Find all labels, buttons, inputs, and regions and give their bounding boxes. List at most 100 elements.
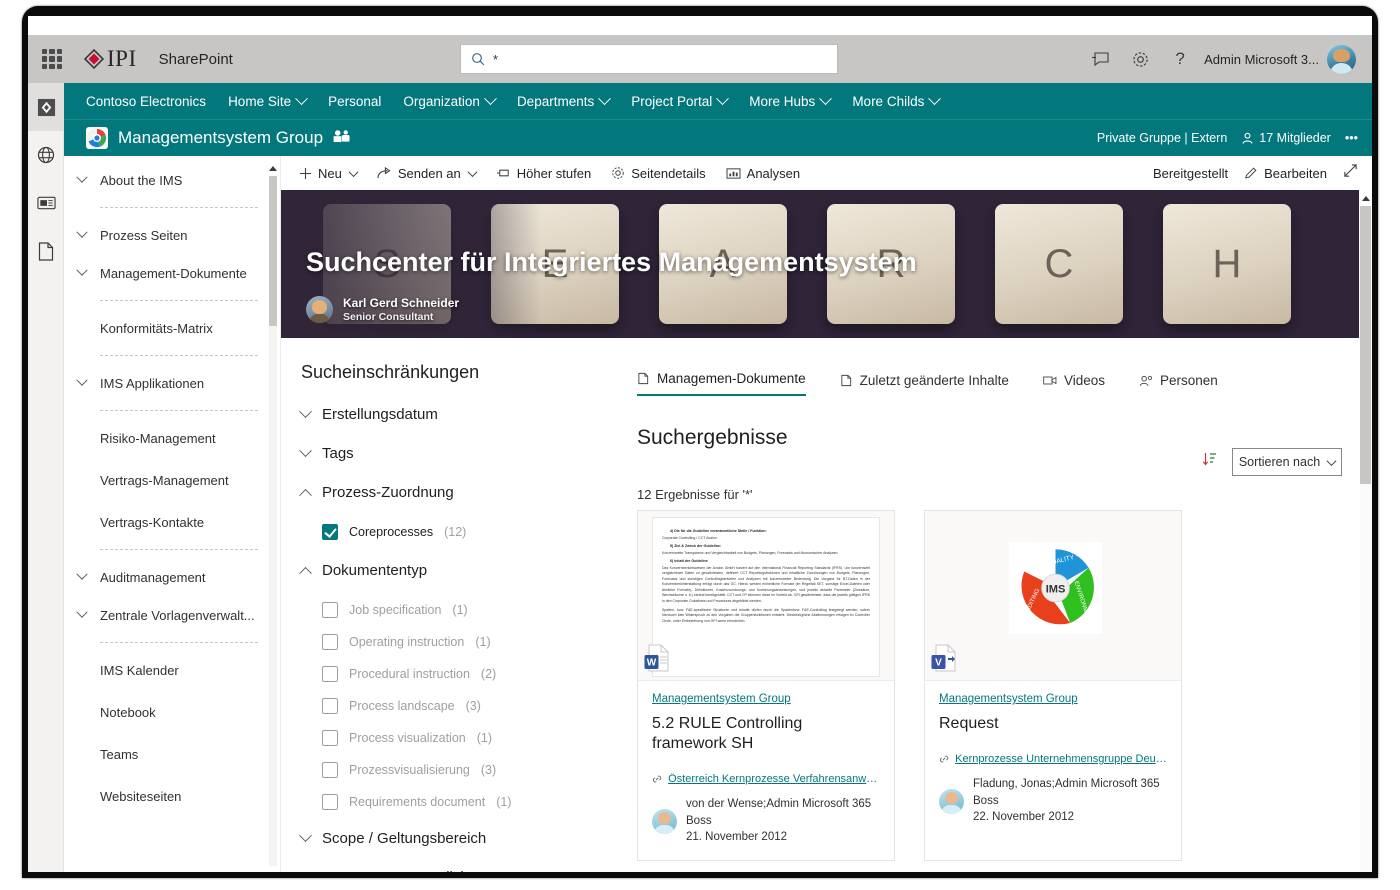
published-status[interactable]: Bereitgestellt — [1153, 166, 1228, 181]
checkbox-icon[interactable] — [322, 666, 338, 682]
scrollbar-thumb[interactable] — [269, 176, 277, 326]
card-path-link[interactable]: Österreich Kernprozesse Verfahrensanweis… — [668, 773, 880, 785]
refiner-option-coreprocesses[interactable]: Coreprocesses (12) — [301, 516, 621, 548]
results-heading: Suchergebnisse — [637, 426, 788, 449]
help-icon[interactable]: ? — [1160, 35, 1200, 83]
doc-heading: 4) Die für die Guideline verantwortliche… — [670, 529, 767, 533]
refiner-group-dokumententyp[interactable]: Dokumententyp — [299, 555, 621, 585]
scroll-up-icon[interactable] — [269, 162, 277, 174]
app-launcher-icon[interactable] — [42, 49, 62, 69]
nav-item-websiteseiten[interactable]: Websiteseiten — [64, 782, 280, 810]
hubnav-item-3[interactable]: Organization — [403, 91, 497, 109]
rail-home-icon[interactable] — [28, 83, 64, 131]
doc-paragraph: Corporate Controlling / CCT Avalon — [662, 535, 717, 540]
teams-icon[interactable] — [333, 129, 350, 148]
nav-label: About the IMS — [100, 172, 183, 188]
card-title[interactable]: Request — [939, 714, 1167, 734]
nav-item-teams[interactable]: Teams — [64, 740, 280, 768]
refiner-group-prozess-zuordnung[interactable]: Prozess-Zuordnung — [299, 477, 621, 507]
card-site-link[interactable]: Managementsystem Group — [939, 693, 1167, 705]
hubnav-item-2[interactable]: Personal — [328, 94, 381, 109]
account-name[interactable]: Admin Microsoft 3... — [1204, 52, 1319, 67]
search-input[interactable] — [493, 51, 813, 67]
page-nav-scrollbar[interactable] — [269, 162, 277, 868]
refiner-group-prozessverantwortlich[interactable]: Prozessverantwortlich — [301, 862, 621, 873]
nav-item-konformitaets-matrix[interactable]: Konformitäts-Matrix — [64, 314, 280, 342]
checkbox-icon[interactable] — [322, 762, 338, 778]
site-privacy-label[interactable]: Private Gruppe | Extern — [1097, 131, 1227, 145]
refiner-group-scope[interactable]: Scope / Geltungsbereich — [299, 823, 621, 853]
refiner-option-prozessvisualisierung[interactable]: Prozessvisualisierung (3) — [301, 754, 621, 786]
site-title[interactable]: Managementsystem Group — [118, 128, 323, 148]
send-to-button[interactable]: Senden an — [377, 166, 478, 181]
suite-app-name[interactable]: SharePoint — [159, 51, 233, 68]
tab-managemen-dokumente[interactable]: Managemen-Dokumente — [637, 371, 806, 396]
nav-group-zentrale-vorlagenverwaltung[interactable]: Zentrale Vorlagenverwalt... — [64, 601, 280, 629]
nav-item-notebook[interactable]: Notebook — [64, 698, 280, 726]
chevron-down-icon — [76, 568, 88, 580]
card-site-link[interactable]: Managementsystem Group — [652, 693, 880, 705]
result-card[interactable]: 4) Die für die Guideline verantwortliche… — [637, 510, 895, 862]
refiner-option-operating-instruction[interactable]: Operating instruction (1) — [301, 626, 621, 658]
sort-order-icon[interactable] — [1202, 452, 1218, 472]
scroll-up-icon[interactable] — [1360, 192, 1371, 204]
refiner-group-tags[interactable]: Tags — [299, 438, 621, 468]
refiner-option-procedural-instruction[interactable]: Procedural instruction (2) — [301, 658, 621, 690]
scrollbar-thumb[interactable] — [1360, 206, 1371, 484]
nav-item-vertrags-management[interactable]: Vertrags-Management — [64, 466, 280, 494]
search-box[interactable] — [460, 44, 838, 74]
rail-news-icon[interactable] — [28, 179, 64, 227]
avatar[interactable] — [1327, 44, 1356, 74]
rail-globe-icon[interactable] — [28, 131, 64, 179]
expand-icon[interactable] — [1343, 163, 1358, 183]
card-path-link[interactable]: Kernprozesse Unternehmensgruppe Deutschl… — [955, 753, 1167, 765]
nav-label: Websiteseiten — [100, 788, 182, 804]
card-title[interactable]: 5.2 RULE Controlling framework SH — [652, 714, 880, 754]
edit-button[interactable]: Bearbeiten — [1244, 166, 1327, 181]
refiner-option-job-specification[interactable]: Job specification (1) — [301, 594, 621, 626]
feedback-icon[interactable] — [1080, 35, 1120, 83]
checkbox-icon[interactable] — [322, 698, 338, 714]
analytics-button[interactable]: Analysen — [726, 166, 800, 181]
megaphone-icon — [496, 169, 509, 177]
refiner-group-label: Dokumententyp — [322, 561, 428, 579]
promote-button[interactable]: Höher stufen — [496, 166, 591, 181]
checkbox-checked-icon[interactable] — [322, 524, 338, 540]
result-card[interactable]: IMS QUALITY ENVIRONMENT AUDITING V Manag… — [924, 510, 1182, 862]
site-members[interactable]: 17 Mitglieder — [1241, 131, 1331, 145]
sort-by-dropdown[interactable]: Sortieren nach — [1232, 448, 1342, 476]
nav-group-prozess-seiten[interactable]: Prozess Seiten — [64, 221, 280, 249]
checkbox-icon[interactable] — [322, 794, 338, 810]
hubnav-item-7[interactable]: More Childs — [852, 91, 942, 109]
hubnav-item-5[interactable]: Project Portal — [631, 91, 730, 109]
refiner-group-erstellungsdatum[interactable]: Erstellungsdatum — [299, 399, 621, 429]
new-button[interactable]: Neu — [299, 166, 359, 181]
tab-videos[interactable]: Videos — [1043, 373, 1105, 396]
refiner-option-requirements-document[interactable]: Requirements document (1) — [301, 786, 621, 818]
hubnav-item-4[interactable]: Departments — [517, 91, 612, 109]
hubnav-item-6[interactable]: More Hubs — [749, 91, 833, 109]
nav-item-vertrags-kontakte[interactable]: Vertrags-Kontakte — [64, 508, 280, 536]
checkbox-icon[interactable] — [322, 730, 338, 746]
refiner-option-process-landscape[interactable]: Process landscape (3) — [301, 690, 621, 722]
nav-group-auditmanagement[interactable]: Auditmanagement — [64, 563, 280, 591]
tab-personen[interactable]: Personen — [1139, 373, 1218, 396]
nav-group-ims-applikationen[interactable]: IMS Applikationen — [64, 369, 280, 397]
canvas-scrollbar[interactable] — [1359, 190, 1372, 872]
rail-page-icon[interactable] — [28, 227, 64, 275]
nav-item-risiko-management[interactable]: Risiko-Management — [64, 424, 280, 452]
gear-icon[interactable] — [1120, 35, 1160, 83]
tab-zuletzt-geaenderte-inhalte[interactable]: Zuletzt geänderte Inhalte — [840, 373, 1009, 396]
ipi-logo[interactable]: IPI — [84, 46, 137, 72]
page-details-button[interactable]: Seitendetails — [611, 166, 706, 181]
site-overflow-button[interactable]: ••• — [1345, 131, 1358, 145]
refiner-option-process-visualization[interactable]: Process visualization (1) — [301, 722, 621, 754]
nav-item-ims-kalender[interactable]: IMS Kalender — [64, 656, 280, 684]
checkbox-icon[interactable] — [322, 634, 338, 650]
hubnav-item-0[interactable]: Contoso Electronics — [86, 94, 206, 109]
nav-group-about-the-ims[interactable]: About the IMS — [64, 166, 280, 194]
checkbox-icon[interactable] — [322, 602, 338, 618]
nav-group-management-dokumente[interactable]: Management-Dokumente — [64, 259, 280, 287]
refiner-group-label: Tags — [322, 444, 354, 462]
hubnav-item-1[interactable]: Home Site — [228, 91, 308, 109]
